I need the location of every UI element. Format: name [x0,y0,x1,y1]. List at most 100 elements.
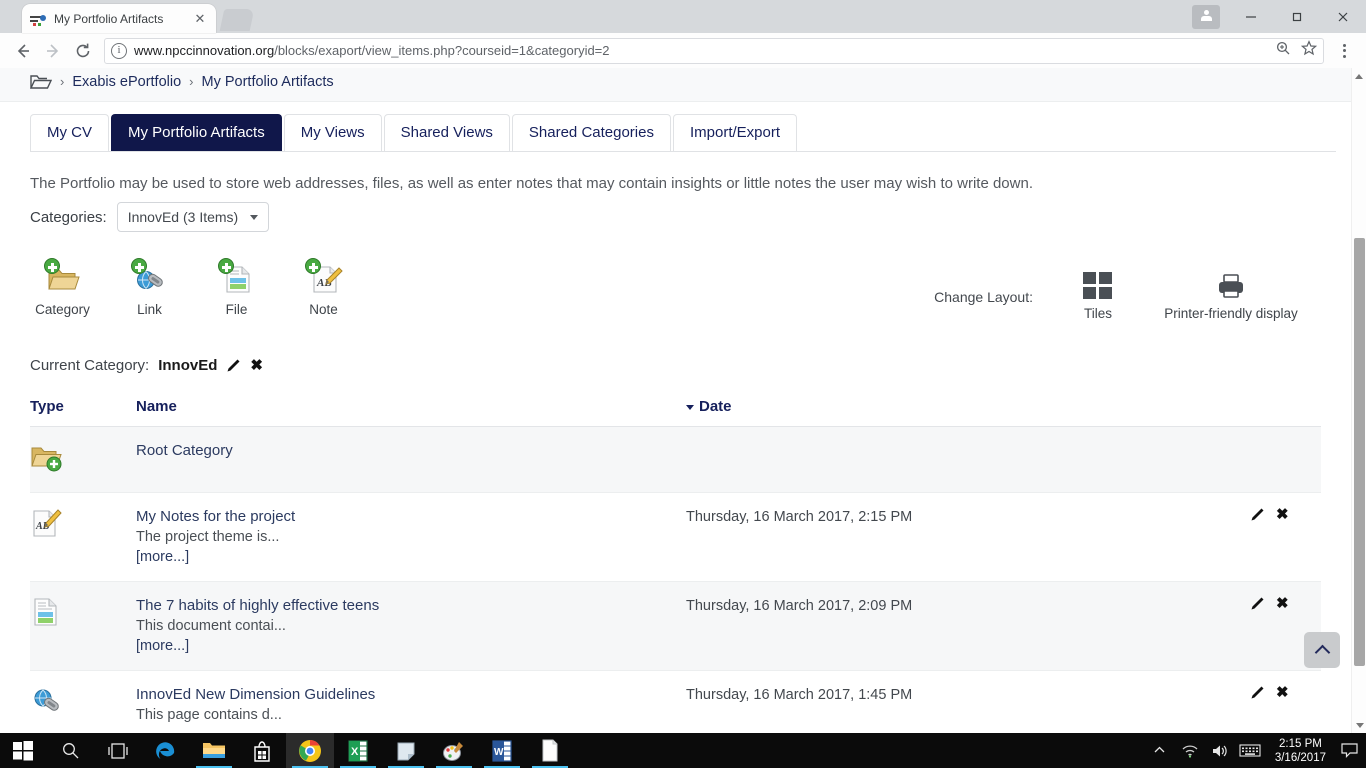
add-link-label: Link [137,302,162,317]
item-date: Thursday, 16 March 2017, 2:09 PM [686,598,913,614]
windows-taskbar: X W 2:15 PM 3/16/2017 [0,733,1366,768]
item-title[interactable]: Root Category [136,441,686,461]
categories-select[interactable]: InnovEd (3 Items) [116,202,270,232]
close-icon[interactable]: ✖ [250,358,263,373]
column-header-name[interactable]: Name [136,398,686,427]
table-row[interactable]: The 7 habits of highly effective teens T… [30,581,1321,671]
chrome-button[interactable] [286,733,334,768]
tab-my-portfolio-artifacts[interactable]: My Portfolio Artifacts [111,114,282,151]
add-file-icon [216,258,258,296]
item-date: Thursday, 16 March 2017, 1:45 PM [686,687,913,703]
zoom-icon[interactable] [1275,40,1291,61]
close-icon[interactable]: ✖ [1276,685,1289,700]
scroll-down-arrow[interactable] [1352,717,1366,733]
file-explorer-button[interactable] [190,733,238,768]
table-row[interactable]: InnovEd New Dimension Guidelines This pa… [30,670,1321,733]
close-icon[interactable]: ✖ [1276,507,1289,522]
close-window-button[interactable] [1320,0,1366,33]
table-header-row: Type Name Date [30,398,1321,427]
taskbar-clock[interactable]: 2:15 PM 3/16/2017 [1265,737,1336,765]
categories-label: Categories: [30,208,107,226]
table-row[interactable]: AB My Notes for the project The project … [30,492,1321,582]
tab-my-views[interactable]: My Views [283,114,382,151]
tiles-icon [1083,272,1113,300]
minimize-button[interactable] [1228,0,1274,33]
link-icon [30,689,64,721]
printer-friendly-button[interactable]: Printer-friendly display [1141,272,1321,321]
add-file-button[interactable]: File [204,258,269,317]
search-button[interactable] [46,733,94,768]
portfolio-tabs: My CV My Portfolio Artifacts My Views Sh… [0,102,1351,151]
breadcrumb: › Exabis ePortfolio › My Portfolio Artif… [0,68,1351,102]
layout-tiles-button[interactable]: Tiles [1055,272,1141,321]
item-title[interactable]: The 7 habits of highly effective teens [136,596,686,616]
tab-import-export[interactable]: Import/Export [672,114,798,151]
paint-button[interactable] [430,733,478,768]
back-button[interactable] [8,36,38,66]
breadcrumb-separator: › [60,74,65,89]
page-scrollbar[interactable] [1351,68,1366,733]
row-type-cell: AB [30,492,136,582]
pencil-icon[interactable] [1250,507,1265,522]
document-button[interactable] [526,733,574,768]
edge-button[interactable] [142,733,190,768]
reload-button[interactable] [68,36,98,66]
pencil-icon[interactable] [1250,596,1265,611]
add-category-button[interactable]: Category [30,258,95,317]
tab-my-cv[interactable]: My CV [30,114,109,151]
table-row[interactable]: Root Category [30,426,1321,493]
column-header-actions [1246,398,1321,427]
item-title[interactable]: InnovEd New Dimension Guidelines [136,685,686,705]
svg-text:X: X [351,746,359,758]
address-bar[interactable]: i www.npccinnovation.org/blocks/exaport/… [104,37,1324,64]
row-name-cell: My Notes for the project The project the… [136,492,686,582]
row-name-cell: The 7 habits of highly effective teens T… [136,581,686,671]
task-view-button[interactable] [94,733,142,768]
row-date-cell: Thursday, 16 March 2017, 2:09 PM [686,581,1246,671]
scroll-to-top-button[interactable] [1304,632,1340,668]
item-more-link[interactable]: [more...] [136,636,686,656]
pencil-icon[interactable] [226,358,241,373]
store-button[interactable] [238,733,286,768]
word-button[interactable]: W [478,733,526,768]
tab-shared-views[interactable]: Shared Views [383,114,510,151]
item-more-link[interactable]: [more...] [136,547,686,567]
start-button[interactable] [0,733,46,768]
scrollbar-thumb[interactable] [1354,238,1365,666]
bookmark-star-icon[interactable] [1300,40,1318,61]
file-icon [30,598,64,632]
volume-icon[interactable] [1205,733,1235,768]
svg-text:W: W [494,747,504,758]
row-date-cell [686,426,1246,493]
breadcrumb-item-eportfolio[interactable]: Exabis ePortfolio [72,74,181,90]
sticky-notes-button[interactable] [382,733,430,768]
profile-avatar-icon[interactable] [1192,4,1220,29]
url-text: www.npccinnovation.org/blocks/exaport/vi… [134,43,610,58]
excel-button[interactable]: X [334,733,382,768]
scroll-up-arrow[interactable] [1352,68,1366,84]
breadcrumb-separator-2: › [189,74,194,89]
close-tab-icon[interactable]: ✕ [192,11,208,27]
keyboard-icon[interactable] [1235,733,1265,768]
show-hidden-icons-button[interactable] [1145,733,1175,768]
chrome-menu-icon[interactable] [1330,43,1358,58]
close-icon[interactable]: ✖ [1276,596,1289,611]
add-link-button[interactable]: Link [117,258,182,317]
action-center-button[interactable] [1336,733,1362,768]
current-category-name: InnovEd [158,357,218,374]
maximize-button[interactable] [1274,0,1320,33]
forward-button[interactable] [38,36,68,66]
new-tab-button[interactable] [219,9,255,31]
add-category-label: Category [35,302,90,317]
pencil-icon[interactable] [1250,685,1265,700]
row-actions-cell: ✖ [1246,670,1321,733]
add-note-button[interactable]: AB Note [291,258,356,317]
item-title[interactable]: My Notes for the project [136,507,686,527]
column-header-date[interactable]: Date [686,398,1246,427]
column-header-type[interactable]: Type [30,398,136,427]
item-date: Thursday, 16 March 2017, 2:15 PM [686,509,913,525]
wifi-icon[interactable] [1175,733,1205,768]
site-info-icon[interactable]: i [111,42,127,59]
tab-shared-categories[interactable]: Shared Categories [511,114,671,151]
browser-tab[interactable]: My Portfolio Artifacts ✕ [22,4,216,33]
